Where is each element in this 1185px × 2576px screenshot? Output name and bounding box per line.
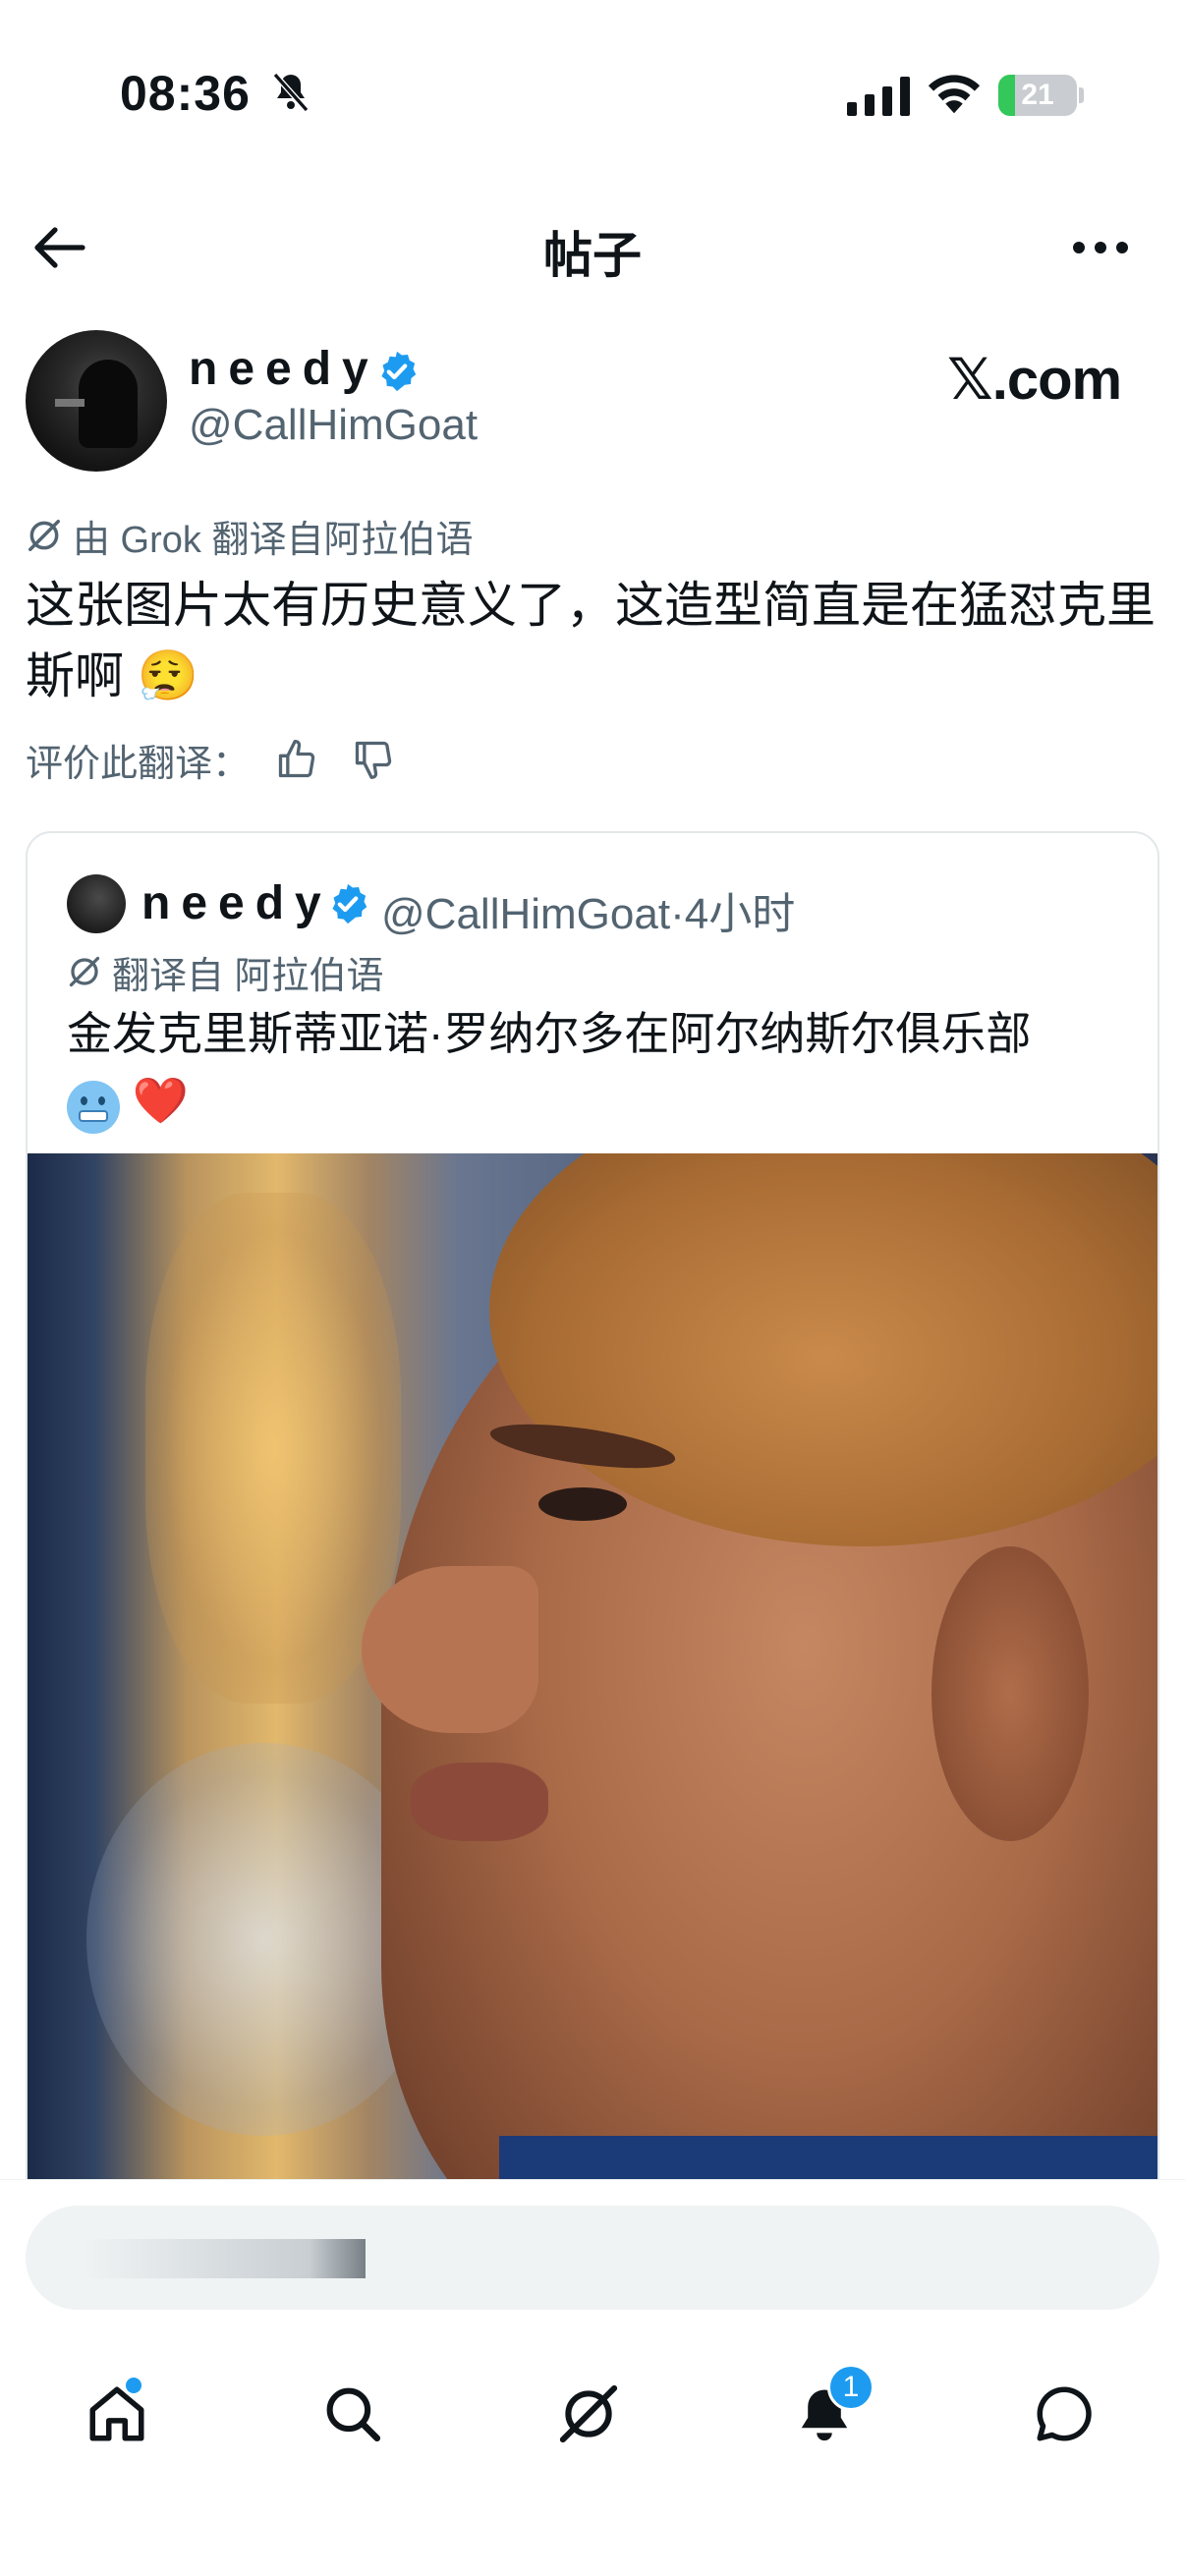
battery-icon: 21 (998, 75, 1077, 116)
quoted-media-image[interactable] (28, 1153, 1157, 2205)
quoted-meta: @CallHimGoat·4小时 (381, 878, 795, 941)
battery-percentage: 21 (1021, 79, 1054, 111)
home-icon (89, 2386, 144, 2441)
status-bar: 08:36 21 (0, 0, 1185, 177)
cellular-signal-icon (847, 77, 910, 116)
search-icon (326, 2387, 381, 2442)
translation-note[interactable]: 由 Grok 翻译自阿拉伯语 (26, 511, 474, 561)
reply-input[interactable] (26, 2206, 1159, 2310)
verified-badge-icon (332, 883, 367, 924)
quoted-time: 4小时 (684, 890, 796, 938)
thumbs-up-icon (278, 740, 315, 778)
post-header: 帖子 (0, 196, 1185, 305)
rate-translation-label: 评价此翻译： (26, 743, 251, 785)
quoted-translation-text: 翻译自 阿拉伯语 (112, 955, 384, 997)
quoted-avatar (67, 874, 126, 933)
quoted-text-body: 金发克里斯蒂亚诺·罗纳尔多在阿尔纳斯尔俱乐部 (67, 1008, 1032, 1059)
avatar-stripe (55, 399, 85, 407)
heart-emoji: ❤️ (132, 1075, 190, 1126)
author-handle[interactable]: @CallHimGoat (189, 401, 478, 450)
photo-ear (931, 1546, 1089, 1841)
page-title: 帖子 (543, 228, 642, 283)
avatar[interactable] (26, 330, 167, 472)
grok-icon (28, 520, 60, 551)
thumbs-down-button[interactable] (344, 735, 403, 784)
bottom-nav: 1 (0, 2336, 1185, 2576)
photo-nose (362, 1566, 538, 1733)
more-button[interactable] (1061, 218, 1140, 277)
grok-icon (69, 956, 100, 987)
cold-face-icon (67, 1080, 120, 1134)
grok-icon (559, 2384, 618, 2443)
reply-placeholder-obscured (85, 2239, 366, 2278)
wifi-icon (928, 75, 981, 114)
verified-badge-icon (381, 351, 417, 392)
quoted-author-handle: @CallHimGoat (381, 890, 671, 938)
photo-eye (538, 1487, 627, 1521)
quoted-translation-note[interactable]: 翻译自 阿拉伯语 (67, 947, 384, 997)
post-text: 这张图片太有历史意义了，这造型简直是在猛怼克里斯啊 😮‍💨 (26, 578, 1156, 703)
thumbs-down-icon (355, 741, 392, 779)
notification-badge: 1 (827, 2364, 875, 2411)
cold-face-eye (98, 1095, 105, 1105)
quoted-separator: · (670, 890, 685, 938)
photo-lips (411, 1763, 548, 1841)
source-watermark: 𝕏.com (947, 348, 1122, 412)
home-unread-dot (126, 2378, 141, 2393)
quoted-post[interactable]: needy @CallHimGoat·4小时 翻译自 阿拉伯语 金发克里斯蒂亚诺… (26, 831, 1159, 2207)
reply-area (0, 2179, 1185, 2336)
rate-translation: 评价此翻译： (26, 735, 403, 785)
battery-cap (1079, 87, 1084, 103)
cold-face-eye (81, 1095, 87, 1105)
avatar-figure (79, 360, 138, 448)
photo-background-light (145, 1193, 401, 1704)
translation-note-text: 由 Grok 翻译自阿拉伯语 (73, 519, 474, 561)
bell-muted-icon (272, 73, 310, 112)
thumbs-up-button[interactable] (267, 735, 326, 784)
quoted-author-name: needy (141, 877, 332, 929)
messages-icon (1037, 2386, 1092, 2441)
status-time: 08:36 (120, 66, 251, 121)
nav-messages[interactable] (1010, 2360, 1118, 2468)
nav-grok[interactable] (535, 2360, 643, 2468)
nav-notifications[interactable]: 1 (770, 2360, 878, 2468)
nav-search[interactable] (299, 2360, 407, 2468)
more-icon (1073, 242, 1128, 253)
nav-home[interactable] (63, 2360, 171, 2468)
cold-face-mouth (79, 1109, 108, 1122)
author-name[interactable]: needy (189, 342, 379, 396)
quoted-text: 金发克里斯蒂亚诺·罗纳尔多在阿尔纳斯尔俱乐部 ❤️ (67, 1000, 1128, 1134)
